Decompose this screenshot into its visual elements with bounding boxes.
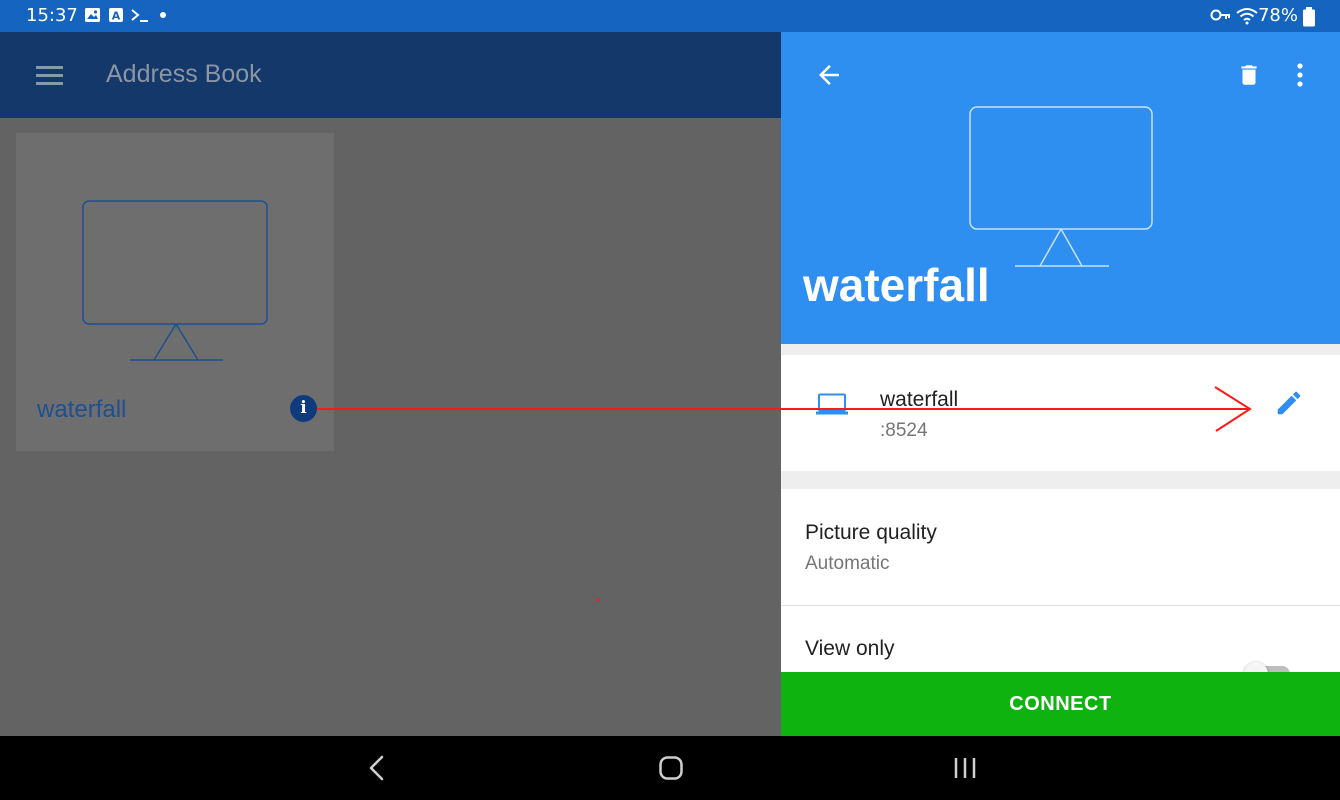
connect-button[interactable]: CONNECT — [781, 672, 1340, 736]
hamburger-menu-icon[interactable] — [36, 66, 63, 85]
dot-icon — [160, 12, 166, 18]
detail-title: waterfall — [803, 259, 990, 311]
status-bar: 15:37 A 78% — [0, 0, 1340, 32]
address-book-appbar: Address Book — [0, 32, 781, 118]
info-icon[interactable]: i — [290, 395, 317, 422]
nav-recents-icon[interactable] — [952, 756, 978, 780]
laptop-icon — [816, 393, 848, 415]
key-icon — [1210, 9, 1230, 21]
picture-quality-label[interactable]: Picture quality — [805, 521, 937, 545]
back-arrow-icon[interactable] — [814, 60, 844, 90]
settings-divider — [781, 605, 1340, 606]
svg-text:A: A — [112, 10, 121, 23]
nav-home-icon[interactable] — [658, 755, 684, 781]
view-only-label[interactable]: View only — [805, 637, 895, 661]
host-port: :8524 — [880, 420, 928, 441]
nav-back-icon[interactable] — [366, 754, 388, 782]
monitor-icon — [82, 200, 268, 361]
pencil-icon[interactable] — [1274, 388, 1304, 418]
card-title: waterfall — [37, 396, 127, 423]
battery-percentage: 78% — [1257, 5, 1298, 26]
more-vert-icon[interactable] — [1290, 60, 1310, 90]
a-icon: A — [109, 8, 123, 23]
image-icon — [85, 8, 100, 22]
monitor-icon-large — [969, 106, 1153, 267]
status-time: 15:37 — [26, 5, 78, 26]
terminal-icon — [131, 9, 148, 22]
wifi-icon — [1236, 8, 1258, 25]
battery-icon — [1303, 7, 1315, 27]
host-name: waterfall — [880, 388, 959, 411]
page-title: Address Book — [106, 60, 262, 88]
delete-icon[interactable] — [1236, 60, 1262, 90]
picture-quality-value: Automatic — [805, 553, 890, 574]
host-card — [781, 355, 1340, 471]
